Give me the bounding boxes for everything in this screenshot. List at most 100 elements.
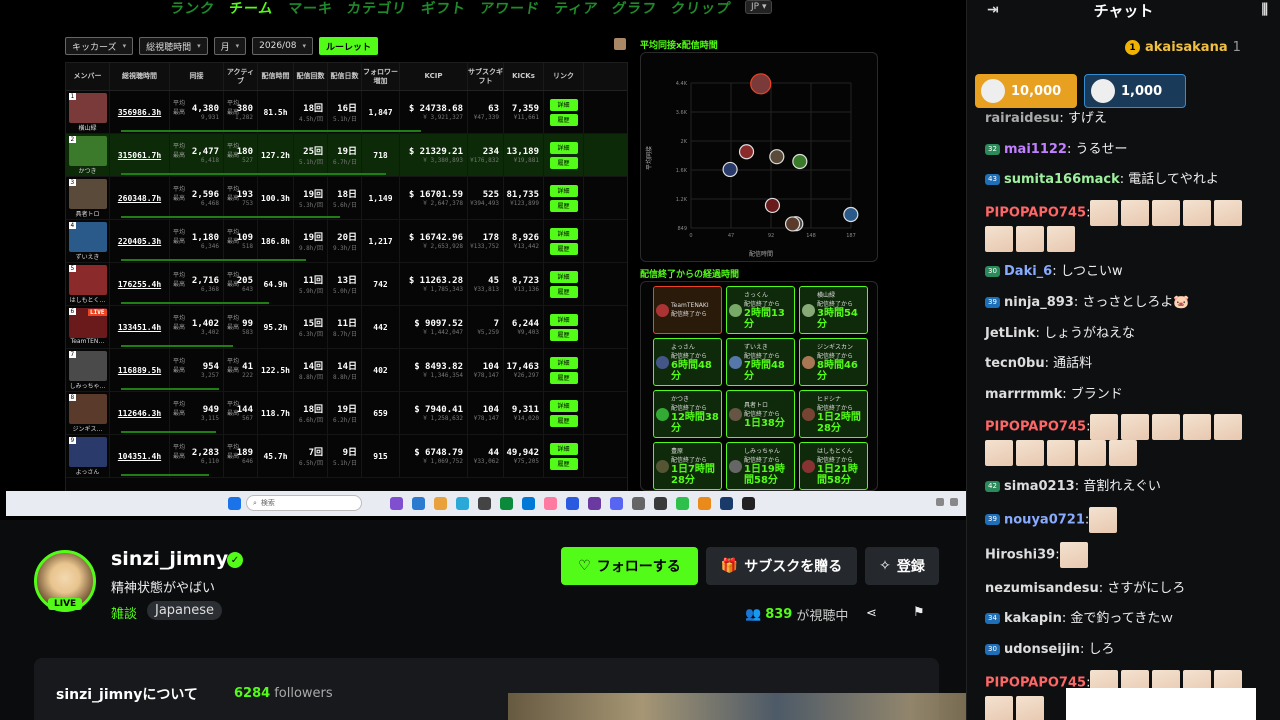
chat-username[interactable]: JetLink xyxy=(985,326,1036,341)
table-row[interactable]: 9 よっさん 104351.4h 平均 最高 2,283 6,110 平均 最高 189 646 45… xyxy=(66,435,627,478)
chat-username[interactable]: Daki_6 xyxy=(1004,264,1052,279)
member-cell[interactable]: 5 はしもとく… xyxy=(66,263,110,305)
table-row[interactable]: 2 かつき 315061.7h 平均 最高 2,477 6,418 平均 最高 180 527 127… xyxy=(66,134,627,177)
total-hours[interactable]: 116889.5h xyxy=(118,366,161,375)
member-avatar[interactable]: 2 xyxy=(68,136,107,166)
total-hours[interactable]: 315061.7h xyxy=(118,151,161,160)
app-icon[interactable] xyxy=(610,497,623,510)
chat-username[interactable]: udonseijin xyxy=(1004,642,1080,657)
elapsed-card[interactable]: ジンギスカン 配信終了から 8時間46分 xyxy=(799,338,868,386)
history-button[interactable]: 履歴 xyxy=(549,414,578,427)
app-icon[interactable] xyxy=(632,497,645,510)
period-select[interactable]: 月 ▾ xyxy=(213,37,247,55)
chat-username[interactable]: nouya0721 xyxy=(1004,512,1085,527)
history-button[interactable]: 履歴 xyxy=(549,199,578,212)
nav-item[interactable]: カテゴリ xyxy=(345,0,408,18)
elapsed-card[interactable]: よっさん 配信終了から 6時間48分 xyxy=(653,338,722,386)
member-cell[interactable]: 9 よっさん xyxy=(66,435,110,477)
member-avatar[interactable]: 3 xyxy=(68,179,107,209)
nav-item[interactable]: グラフ xyxy=(610,0,658,18)
chat-username[interactable]: nezumisandesu xyxy=(985,581,1099,596)
nav-item[interactable]: ランク xyxy=(169,0,217,18)
history-button[interactable]: 履歴 xyxy=(549,457,578,470)
chat-username[interactable]: PIPOPAPO745 xyxy=(985,420,1086,435)
kicks-card-1[interactable]: 10,000 xyxy=(975,74,1077,108)
chat-stats-icon[interactable]: ⫼ xyxy=(1262,2,1268,18)
follow-button[interactable]: ♡ フォローする xyxy=(561,547,698,585)
total-hours[interactable]: 220405.3h xyxy=(118,237,161,246)
scatter-point[interactable] xyxy=(784,216,801,232)
member-cell[interactable]: 6 LIVE TeamTEN… xyxy=(66,306,110,348)
nav-item[interactable]: マーキ xyxy=(286,0,334,18)
stream-tag[interactable]: Japanese xyxy=(147,601,223,620)
scatter-point[interactable] xyxy=(792,153,808,170)
total-hours[interactable]: 104351.4h xyxy=(118,452,161,461)
history-button[interactable]: 履歴 xyxy=(549,113,578,126)
nav-item[interactable]: ティア xyxy=(552,0,599,18)
elapsed-card[interactable]: 豊原 配信終了から 1日7時間28分 xyxy=(653,442,722,490)
top-gifter[interactable]: 1 akaisakana 1 xyxy=(1125,40,1241,55)
app-icon[interactable] xyxy=(228,497,241,510)
app-icon[interactable] xyxy=(544,497,557,510)
history-button[interactable]: 履歴 xyxy=(549,242,578,255)
detail-button[interactable]: 詳細 xyxy=(549,442,578,455)
nav-item[interactable]: ギフト xyxy=(419,0,467,18)
nav-item[interactable]: アワード xyxy=(478,0,541,18)
table-row[interactable]: 4 ずいえき 220405.3h 平均 最高 1,180 6,346 平均 最高 109 518 18… xyxy=(66,220,627,263)
collapse-chat-icon[interactable]: ⇥ xyxy=(987,2,999,18)
month-select[interactable]: 2026/08 ▾ xyxy=(252,37,314,55)
app-icon[interactable] xyxy=(478,497,491,510)
app-icon[interactable] xyxy=(412,497,425,510)
app-icon[interactable] xyxy=(456,497,469,510)
table-row[interactable]: 5 はしもとく… 176255.4h 平均 最高 2,716 6,368 平均 最高 205 643… xyxy=(66,263,627,306)
nav-item[interactable]: チーム xyxy=(228,0,275,18)
kicks-card-2[interactable]: 1,000 xyxy=(1084,74,1186,108)
detail-button[interactable]: 詳細 xyxy=(549,227,578,240)
app-icon[interactable] xyxy=(676,497,689,510)
chat-username[interactable]: Hiroshi39 xyxy=(985,548,1055,563)
roulette-button[interactable]: ルーレット xyxy=(319,37,379,55)
total-hours[interactable]: 356986.3h xyxy=(118,108,161,117)
member-cell[interactable]: 1 横山緑 xyxy=(66,91,110,133)
scatter-point[interactable] xyxy=(722,161,738,178)
nav-item[interactable]: クリップ xyxy=(669,0,732,18)
member-cell[interactable]: 8 ジンギス… xyxy=(66,392,110,434)
member-avatar[interactable]: 7 xyxy=(68,351,107,381)
total-hours[interactable]: 133451.4h xyxy=(118,323,161,332)
chat-username[interactable]: kakapin xyxy=(1004,611,1062,626)
total-hours[interactable]: 176255.4h xyxy=(118,280,161,289)
gift-sub-button[interactable]: 🎁 サブスクを贈る xyxy=(706,547,857,585)
elapsed-card[interactable]: さっくん 配信終了から 2時間13分 xyxy=(726,286,795,334)
detail-button[interactable]: 詳細 xyxy=(549,356,578,369)
app-icon[interactable] xyxy=(500,497,513,510)
app-icon[interactable] xyxy=(654,497,667,510)
chat-username[interactable]: sima0213 xyxy=(1004,479,1075,494)
elapsed-card[interactable]: 具者トロ 配信終了から 1日38分 xyxy=(726,390,795,438)
detail-button[interactable]: 詳細 xyxy=(549,399,578,412)
app-icon[interactable] xyxy=(390,497,403,510)
chat-username[interactable]: tecn0bu xyxy=(985,356,1045,371)
table-row[interactable]: 3 具者トロ 260348.7h 平均 最高 2,596 6,468 平均 最高 193 753 10… xyxy=(66,177,627,220)
scatter-point[interactable] xyxy=(769,149,785,165)
app-icon[interactable] xyxy=(720,497,733,510)
detail-button[interactable]: 詳細 xyxy=(549,98,578,111)
scatter-point[interactable] xyxy=(738,144,755,160)
elapsed-card[interactable]: しみっちゃん 配信終了から 1日19時間58分 xyxy=(726,442,795,490)
history-button[interactable]: 履歴 xyxy=(549,328,578,341)
elapsed-card[interactable]: ずいえき 配信終了から 7時間48分 xyxy=(726,338,795,386)
team-select[interactable]: キッカーズ ▾ xyxy=(65,37,134,55)
app-icon[interactable] xyxy=(742,497,755,510)
member-cell[interactable]: 4 ずいえき xyxy=(66,220,110,262)
app-icon[interactable] xyxy=(566,497,579,510)
taskbar-search[interactable]: ⌕ 検索 xyxy=(246,495,362,511)
scatter-point[interactable] xyxy=(843,206,859,223)
total-hours[interactable]: 260348.7h xyxy=(118,194,161,203)
scatter-point[interactable] xyxy=(764,197,781,214)
app-icon[interactable] xyxy=(522,497,535,510)
detail-button[interactable]: 詳細 xyxy=(549,184,578,197)
history-button[interactable]: 履歴 xyxy=(549,285,578,298)
report-icon[interactable]: ⚑ xyxy=(913,605,925,620)
chat-username[interactable]: marrrmmk xyxy=(985,387,1062,402)
member-avatar[interactable]: 1 xyxy=(68,93,107,123)
chat-username[interactable]: rairaidesu xyxy=(985,111,1059,126)
